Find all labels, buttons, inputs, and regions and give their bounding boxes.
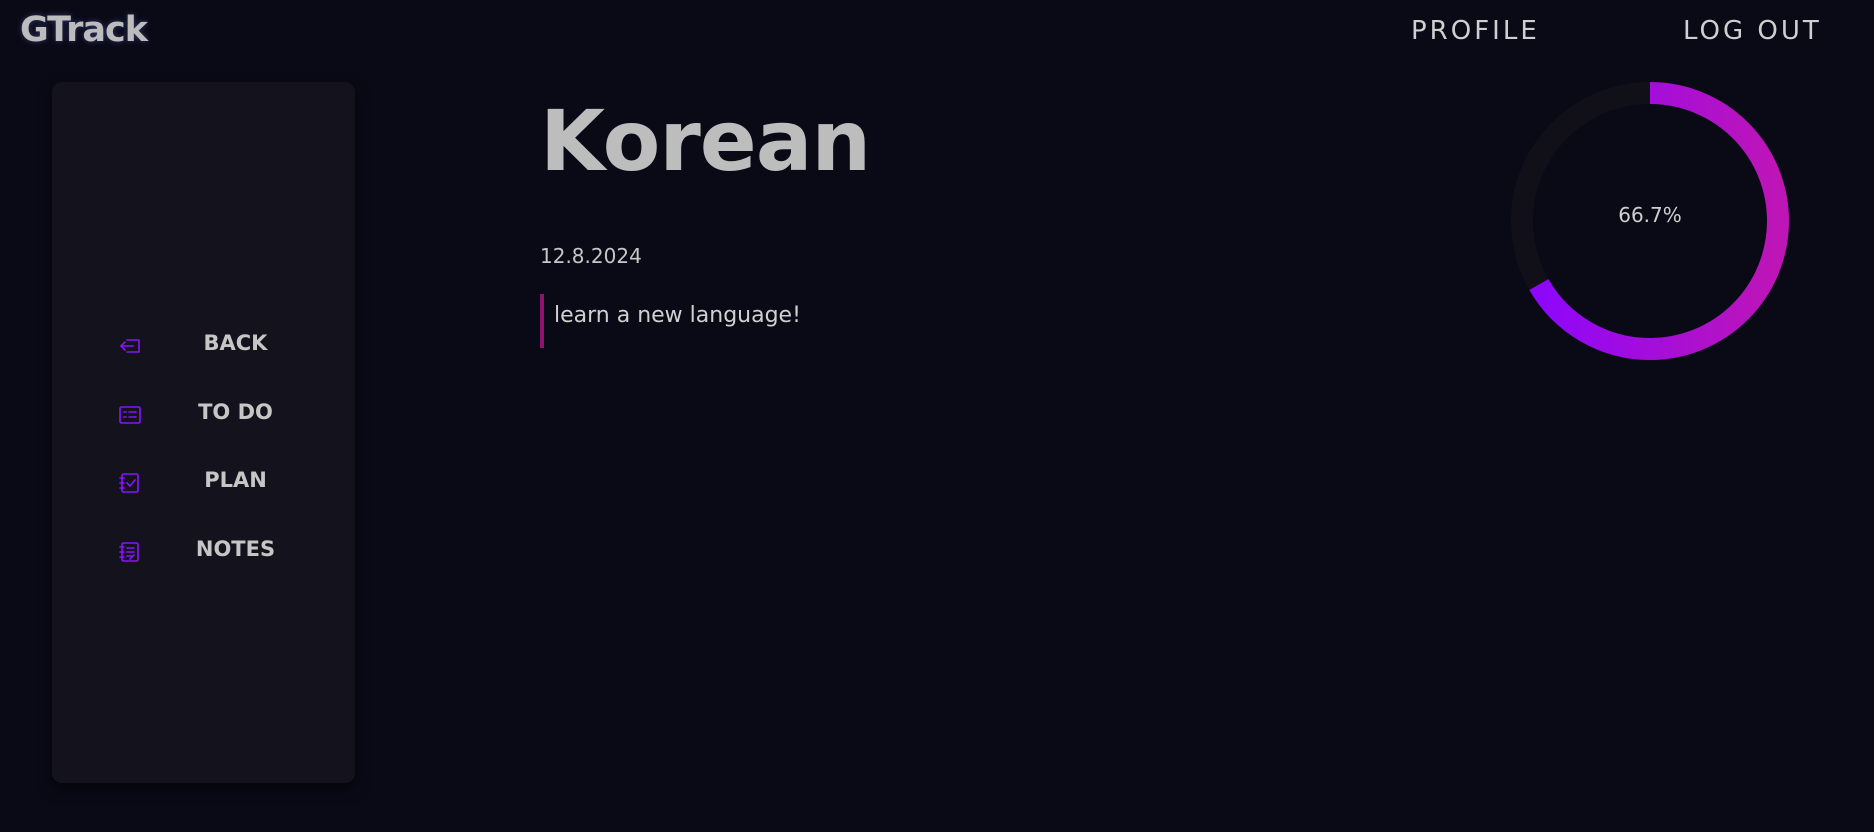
goal-description: learn a new language! (540, 294, 801, 348)
goal-date: 12.8.2024 (540, 244, 642, 268)
sidebar-item-label: TO DO (198, 400, 273, 424)
app-logo[interactable]: GTrack (20, 10, 148, 50)
page-title: Korean (540, 92, 871, 190)
notes-icon (118, 540, 142, 564)
logout-link[interactable]: LOG OUT (1683, 16, 1822, 46)
list-icon (118, 403, 142, 427)
sidebar-item-label: PLAN (204, 468, 267, 492)
goal-description-text: learn a new language! (554, 303, 801, 328)
sidebar-item-notes[interactable]: NOTES (118, 531, 318, 571)
sidebar: BACK TO DO PLAN NOTES (52, 82, 355, 783)
back-arrow-icon (118, 334, 142, 358)
checklist-icon (118, 471, 142, 495)
sidebar-item-label: BACK (203, 331, 268, 355)
progress-percentage: 66.7% (1618, 203, 1682, 227)
sidebar-item-back[interactable]: BACK (118, 325, 318, 365)
sidebar-item-todo[interactable]: TO DO (118, 394, 318, 434)
profile-link[interactable]: PROFILE (1411, 16, 1540, 46)
sidebar-item-label: NOTES (195, 537, 276, 561)
sidebar-item-plan[interactable]: PLAN (118, 462, 318, 502)
